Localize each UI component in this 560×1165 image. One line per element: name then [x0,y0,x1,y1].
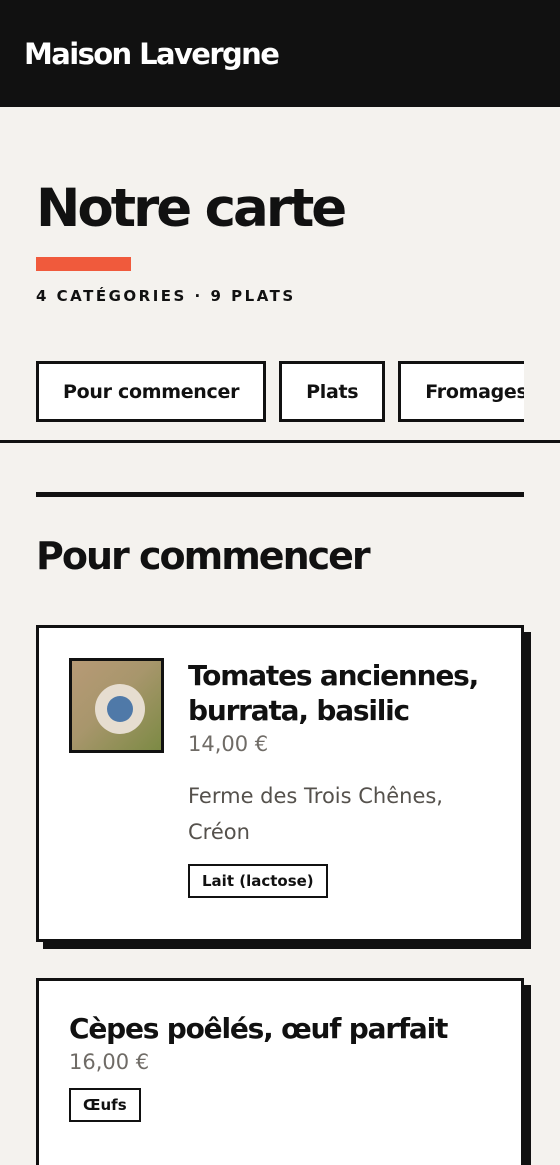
dish-price: 16,00 € [69,1050,150,1074]
site-header: Maison Lavergne [0,0,560,107]
tab-plats[interactable]: Plats [279,361,386,422]
dish-price: 14,00 € [188,732,269,756]
allergen-badge: Lait (lactose) [188,864,328,898]
allergen-badge: Œufs [69,1088,141,1122]
section-title: Pour commencer [36,534,371,578]
plate-center-shape [107,696,133,722]
section-divider [36,492,524,497]
dish-origin: Ferme des Trois Chênes, Créon [188,784,443,844]
page-title: Notre carte [36,178,347,239]
dish-card[interactable]: Tomates anciennes, burrata, basilic 14,0… [36,625,524,942]
dish-info: Tomates anciennes, burrata, basilic 14,0… [188,658,501,939]
category-tabs: Pour commencer Plats Fromages [0,361,560,443]
tab-fromages[interactable]: Fromages [398,361,524,422]
dish-name: Tomates anciennes, burrata, basilic [188,659,479,727]
title-accent-bar [36,257,131,271]
dish-image [69,658,164,753]
dish-card[interactable]: Cèpes poêlés, œuf parfait 16,00 € Œufs [36,978,524,1165]
brand-logo[interactable]: Maison Lavergne [24,37,280,71]
menu-summary: 4 CATÉGORIES · 9 PLATS [36,287,296,305]
category-tabs-scroller[interactable]: Pour commencer Plats Fromages [0,361,524,422]
dish-name: Cèpes poêlés, œuf parfait [69,1012,448,1045]
menu-hero: Notre carte 4 CATÉGORIES · 9 PLATS [0,177,560,305]
plate-shape [95,684,145,734]
tab-pour-commencer[interactable]: Pour commencer [36,361,267,422]
